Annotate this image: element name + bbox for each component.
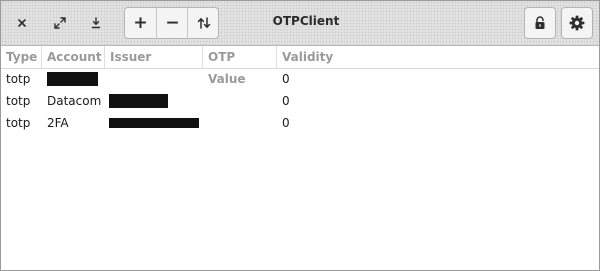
account-cell: 2FA <box>47 116 69 130</box>
redacted-account <box>47 72 98 86</box>
close-icon <box>17 18 27 28</box>
type-cell: totp <box>6 72 31 86</box>
sort-button[interactable] <box>187 8 218 38</box>
column-header-validity[interactable]: Validity <box>276 46 599 68</box>
column-header-otp-value[interactable]: OTP Value <box>202 46 276 86</box>
account-cell: Datacom <box>47 94 102 108</box>
token-list: totp 0 totp Datacom 0 totp 2FA 0 <box>1 68 599 134</box>
download-button[interactable] <box>81 9 111 37</box>
add-icon: + <box>133 12 148 33</box>
close-button[interactable] <box>7 9 37 37</box>
sort-arrows-icon <box>197 17 211 29</box>
type-cell: totp <box>6 116 31 130</box>
validity-cell: 0 <box>282 72 290 86</box>
column-header-issuer[interactable]: Issuer <box>104 46 202 68</box>
app-window: + − OTPClient Type Account Issuer OTP Va… <box>0 0 600 271</box>
redacted-issuer <box>109 118 199 128</box>
download-icon <box>91 17 101 29</box>
header-bar: + − OTPClient <box>1 1 599 46</box>
table-row[interactable]: totp 2FA 0 <box>1 112 599 134</box>
validity-cell: 0 <box>282 116 290 130</box>
expand-button[interactable] <box>45 9 75 37</box>
table-row[interactable]: totp 0 <box>1 68 599 90</box>
expand-icon <box>54 17 66 29</box>
column-header-row: Type Account Issuer OTP Value Validity <box>1 46 599 86</box>
redacted-issuer <box>109 94 168 108</box>
window-title: OTPClient <box>272 14 340 28</box>
remove-button[interactable]: − <box>156 8 188 38</box>
add-button[interactable]: + <box>125 8 156 38</box>
gear-icon <box>569 15 585 31</box>
column-header-type[interactable]: Type <box>1 46 41 68</box>
lock-button[interactable] <box>524 7 556 39</box>
column-header-account[interactable]: Account <box>41 46 104 68</box>
table-row[interactable]: totp Datacom 0 <box>1 90 599 112</box>
type-cell: totp <box>6 94 31 108</box>
remove-icon: − <box>165 12 180 33</box>
entry-actions-group: + − <box>124 7 219 39</box>
validity-cell: 0 <box>282 94 290 108</box>
settings-button[interactable] <box>561 7 593 39</box>
lock-icon <box>534 16 546 30</box>
